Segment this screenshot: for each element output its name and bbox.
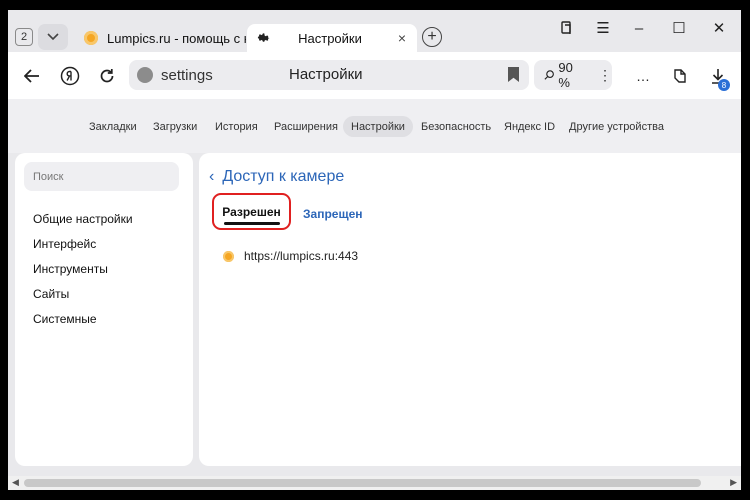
horizontal-scrollbar[interactable]: ◀ ▶ <box>8 476 741 490</box>
maximize-button[interactable]: ☐ <box>666 18 692 38</box>
yandex-logo-icon <box>60 66 80 86</box>
settings-sidebar: Поиск Общие настройки Интерфейс Инструме… <box>15 153 193 466</box>
site-info-icon[interactable] <box>137 67 153 83</box>
nav-other-devices[interactable]: Другие устройства <box>569 116 664 137</box>
zoom-icon <box>544 70 554 80</box>
tab-count-badge[interactable]: 2 <box>15 28 33 46</box>
nav-yandex-id[interactable]: Яндекс ID <box>504 116 555 137</box>
lumpics-favicon-icon <box>223 250 234 262</box>
camera-access-panel: ‹ Доступ к камере Разрешен Запрещен http… <box>199 153 741 466</box>
extensions-icon <box>674 69 686 83</box>
scroll-left-icon[interactable]: ◀ <box>12 477 19 488</box>
bookmark-icon[interactable] <box>508 67 519 82</box>
settings-top-nav: Закладки Загрузки История Расширения Нас… <box>8 99 741 153</box>
address-page-title: Настройки <box>289 66 363 83</box>
address-toolbar: settings Настройки 90 % ⋮ … 8 <box>8 52 741 99</box>
nav-downloads[interactable]: Загрузки <box>153 116 197 137</box>
site-list-item[interactable]: https://lumpics.ru:443 <box>223 249 358 263</box>
site-url: https://lumpics.ru:443 <box>244 249 359 263</box>
sidebar-item-sites[interactable]: Сайты <box>33 287 69 301</box>
back-button[interactable] <box>20 64 44 88</box>
sidebar-item-system[interactable]: Системные <box>33 312 97 326</box>
address-bar[interactable]: settings Настройки <box>129 60 529 90</box>
nav-history[interactable]: История <box>215 116 258 137</box>
camera-access-back-link[interactable]: ‹ Доступ к камере <box>209 168 344 186</box>
active-tab-indicator <box>224 222 280 225</box>
chevron-down-icon <box>47 33 59 41</box>
tab-title: Настройки <box>298 30 362 46</box>
sidebar-item-general[interactable]: Общие настройки <box>33 212 133 226</box>
menu-icon[interactable]: ☰ <box>590 18 616 38</box>
search-input[interactable]: Поиск <box>24 162 179 191</box>
nav-bookmarks[interactable]: Закладки <box>89 116 137 137</box>
sidebar-item-tools[interactable]: Инструменты <box>33 262 108 276</box>
zoom-value: 90 % <box>558 60 573 90</box>
arrow-left-icon <box>24 69 39 83</box>
extensions-button[interactable] <box>668 64 692 88</box>
tab-title: Lumpics.ru - помощь с компьютером <box>107 30 246 46</box>
zoom-more-icon[interactable]: ⋮ <box>598 67 612 84</box>
scroll-right-icon[interactable]: ▶ <box>730 477 737 488</box>
nav-settings[interactable]: Настройки <box>343 116 413 137</box>
tab-strip: 2 Lumpics.ru - помощь с компьютером Наст… <box>8 10 741 52</box>
collections-icon[interactable] <box>554 18 580 38</box>
zoom-control[interactable]: 90 % ⋮ <box>534 60 612 90</box>
lumpics-favicon-icon <box>84 31 98 45</box>
yandex-button[interactable] <box>58 64 82 88</box>
nav-extensions[interactable]: Расширения <box>274 116 338 137</box>
gear-icon <box>257 33 270 42</box>
minimize-button[interactable]: – <box>626 18 652 38</box>
address-url: settings <box>161 67 213 84</box>
nav-security[interactable]: Безопасность <box>421 116 491 137</box>
scrollbar-thumb[interactable] <box>24 479 701 487</box>
tab-blocked[interactable]: Запрещен <box>303 207 363 221</box>
more-button[interactable]: … <box>631 64 655 88</box>
close-tab-icon[interactable]: × <box>393 30 411 46</box>
browser-window: 2 Lumpics.ru - помощь с компьютером Наст… <box>8 10 741 490</box>
chevron-left-icon: ‹ <box>209 168 215 185</box>
new-tab-button[interactable]: + <box>422 27 442 47</box>
page-title: Доступ к камере <box>222 168 345 185</box>
tab-settings[interactable]: Настройки × <box>247 24 417 52</box>
reload-icon <box>100 69 114 83</box>
downloads-count-badge: 8 <box>718 79 730 91</box>
tab-lumpics[interactable]: Lumpics.ru - помощь с компьютером <box>74 24 246 52</box>
tab-list-button[interactable] <box>38 24 68 50</box>
close-window-button[interactable]: ✕ <box>706 18 732 38</box>
reload-button[interactable] <box>95 64 119 88</box>
sidebar-item-interface[interactable]: Интерфейс <box>33 237 96 251</box>
